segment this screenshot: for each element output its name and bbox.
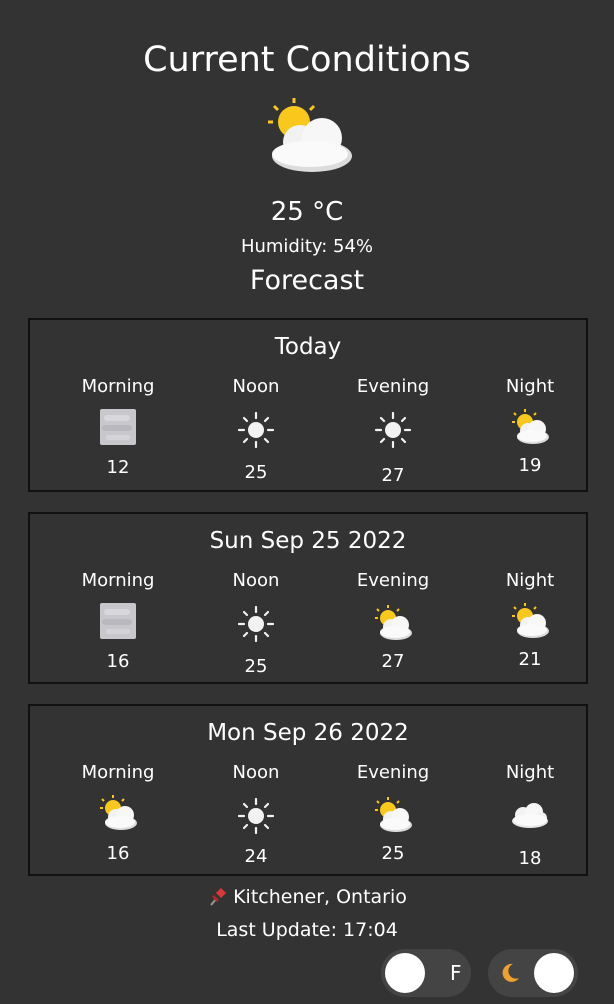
location: Kitchener, Ontario — [0, 884, 614, 910]
period-temperature: 25 — [244, 656, 268, 677]
period-temperature: 12 — [106, 457, 130, 478]
unit-toggle-knob[interactable] — [385, 953, 425, 993]
forecast-day-title: Sun Sep 25 2022 — [209, 528, 407, 554]
period-label: Night — [505, 376, 555, 397]
theme-toggle-knob[interactable] — [534, 953, 574, 993]
period-label: Noon — [232, 376, 280, 397]
period-temperature: 16 — [106, 843, 130, 864]
period-label: Noon — [232, 762, 280, 783]
weather-page: Current Conditions 25 °C Humidity: 54% F… — [0, 0, 614, 1004]
forecast-heading: Forecast — [249, 265, 365, 296]
forecast-day-title: Today — [274, 334, 342, 360]
period-temperature: 24 — [244, 846, 268, 867]
period-temperature: 25 — [244, 462, 268, 483]
moon-icon — [502, 963, 519, 982]
period-label: Morning — [81, 570, 155, 591]
period-temperature: 25 — [381, 843, 405, 864]
forecast-day-title: Mon Sep 26 2022 — [207, 720, 409, 746]
sun-behind-cloud-icon — [268, 98, 352, 172]
period-label: Morning — [81, 762, 155, 783]
forecast-day-card: Mon Sep 26 2022 Morning 16 Noon 24 Evening 25 N… — [28, 704, 588, 876]
location-text: Kitchener, Ontario — [233, 886, 407, 908]
period-temperature: 16 — [106, 651, 130, 672]
sun-icon — [237, 605, 275, 643]
pushpin-icon — [210, 888, 227, 906]
sun-behind-cloud-icon — [375, 797, 412, 832]
period-label: Night — [505, 762, 555, 783]
period-temperature: 27 — [381, 651, 405, 672]
forecast-day-card: Sun Sep 25 2022 Morning 16 Noon 25 Evening 27 N… — [28, 512, 588, 684]
sun-icon — [237, 797, 275, 835]
current-humidity: Humidity: 54% — [240, 236, 374, 257]
page-title: Current Conditions — [143, 40, 471, 80]
fog-icon — [100, 409, 136, 445]
theme-toggle[interactable] — [488, 949, 578, 997]
period-label: Evening — [356, 570, 430, 591]
sun-behind-cloud-icon — [512, 603, 549, 638]
last-update: Last Update: 17:04 — [216, 919, 398, 941]
period-temperature: 21 — [518, 649, 542, 670]
unit-toggle[interactable]: F — [381, 949, 471, 997]
period-label: Night — [505, 570, 555, 591]
sun-icon — [237, 411, 275, 449]
forecast-day-card: Today Morning 12 Noon 25 Evening 27 Night 19 — [28, 318, 588, 492]
period-label: Evening — [356, 376, 430, 397]
current-temperature: 25 °C — [270, 197, 344, 227]
period-temperature: 27 — [381, 465, 405, 486]
sun-behind-cloud-icon — [512, 409, 549, 444]
period-label: Evening — [356, 762, 430, 783]
period-label: Morning — [81, 376, 155, 397]
fog-icon — [100, 603, 136, 639]
period-temperature: 19 — [518, 455, 542, 476]
cloud-icon — [512, 803, 548, 828]
sun-behind-cloud-icon — [100, 795, 137, 830]
unit-toggle-label: F — [450, 961, 462, 985]
sun-icon — [374, 411, 412, 449]
sun-behind-cloud-icon — [375, 605, 412, 640]
period-label: Noon — [232, 570, 280, 591]
period-temperature: 18 — [518, 848, 542, 869]
